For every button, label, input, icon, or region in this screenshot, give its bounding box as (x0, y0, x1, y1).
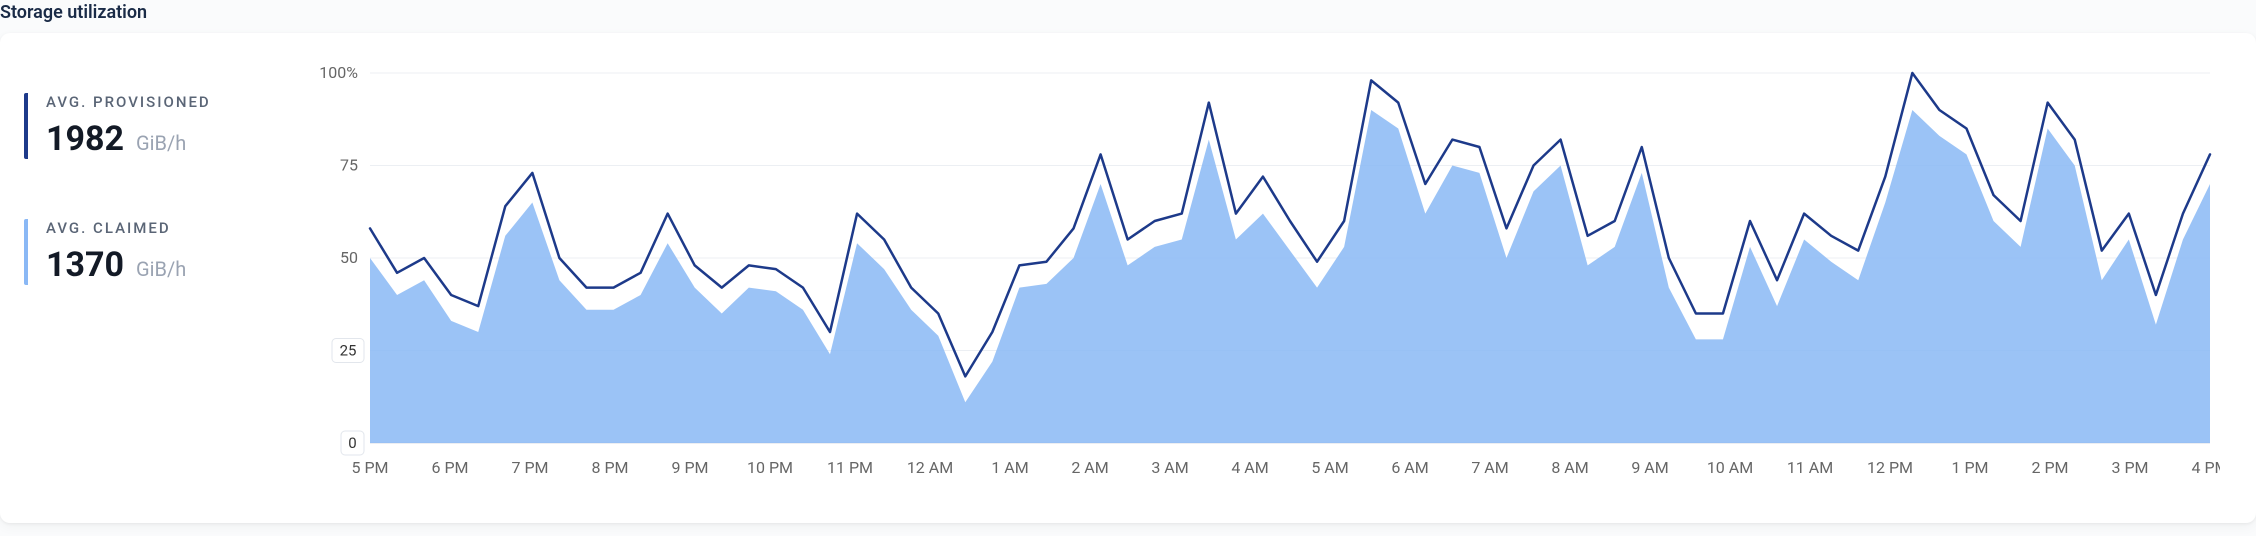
y-tick-label: 25 (340, 342, 357, 360)
x-tick-label: 12 PM (1867, 458, 1913, 477)
x-tick-label: 10 PM (747, 458, 793, 477)
y-tick-label: 100% (319, 63, 358, 82)
storage-utilization-card: AVG. PROVISIONED 1982 GiB/h AVG. CLAIMED… (0, 33, 2256, 523)
metric-claimed-value: 1370 (46, 245, 124, 285)
y-tick-label: 75 (340, 156, 358, 175)
widget-title: Storage utilization (0, 0, 2256, 33)
x-tick-label: 11 PM (827, 458, 873, 477)
x-tick-label: 2 AM (1071, 458, 1108, 477)
metric-provisioned-label: AVG. PROVISIONED (46, 93, 276, 111)
metric-provisioned: AVG. PROVISIONED 1982 GiB/h (24, 93, 276, 159)
x-tick-label: 6 PM (431, 458, 468, 477)
y-tick-label: 50 (340, 248, 358, 267)
x-tick-label: 1 PM (1951, 458, 1988, 477)
metric-provisioned-value: 1982 (46, 119, 124, 159)
metrics-sidebar: AVG. PROVISIONED 1982 GiB/h AVG. CLAIMED… (0, 33, 300, 523)
x-tick-label: 1 AM (991, 458, 1028, 477)
x-tick-label: 10 AM (1707, 458, 1753, 477)
x-tick-label: 2 PM (2031, 458, 2068, 477)
x-tick-label: 12 AM (907, 458, 953, 477)
chart-area: 0 25 50 75 100% 5 PM 6 PM 7 PM 8 PM 9 PM 10 PM 11 P… (300, 33, 2256, 523)
y-tick-label: 0 (348, 434, 356, 452)
metric-provisioned-unit: GiB/h (136, 131, 186, 155)
x-tick-label: 9 PM (671, 458, 708, 477)
x-tick-label: 7 AM (1471, 458, 1508, 477)
x-tick-label: 3 AM (1151, 458, 1188, 477)
metric-claimed: AVG. CLAIMED 1370 GiB/h (24, 219, 276, 285)
x-tick-label: 6 AM (1391, 458, 1428, 477)
x-tick-label: 7 PM (511, 458, 548, 477)
storage-chart: 0 25 50 75 100% 5 PM 6 PM 7 PM 8 PM 9 PM 10 PM 11 P… (300, 53, 2220, 503)
metric-claimed-unit: GiB/h (136, 257, 186, 281)
x-tick-label: 4 AM (1231, 458, 1268, 477)
x-tick-label: 9 AM (1631, 458, 1668, 477)
claimed-area (370, 110, 2210, 443)
metric-claimed-label: AVG. CLAIMED (46, 219, 276, 237)
x-tick-label: 4 PM (2191, 458, 2220, 477)
x-tick-label: 5 AM (1311, 458, 1348, 477)
x-tick-label: 5 PM (351, 458, 388, 477)
x-tick-label: 11 AM (1787, 458, 1833, 477)
x-tick-label: 3 PM (2111, 458, 2148, 477)
x-tick-label: 8 PM (591, 458, 628, 477)
x-tick-label: 8 AM (1551, 458, 1588, 477)
